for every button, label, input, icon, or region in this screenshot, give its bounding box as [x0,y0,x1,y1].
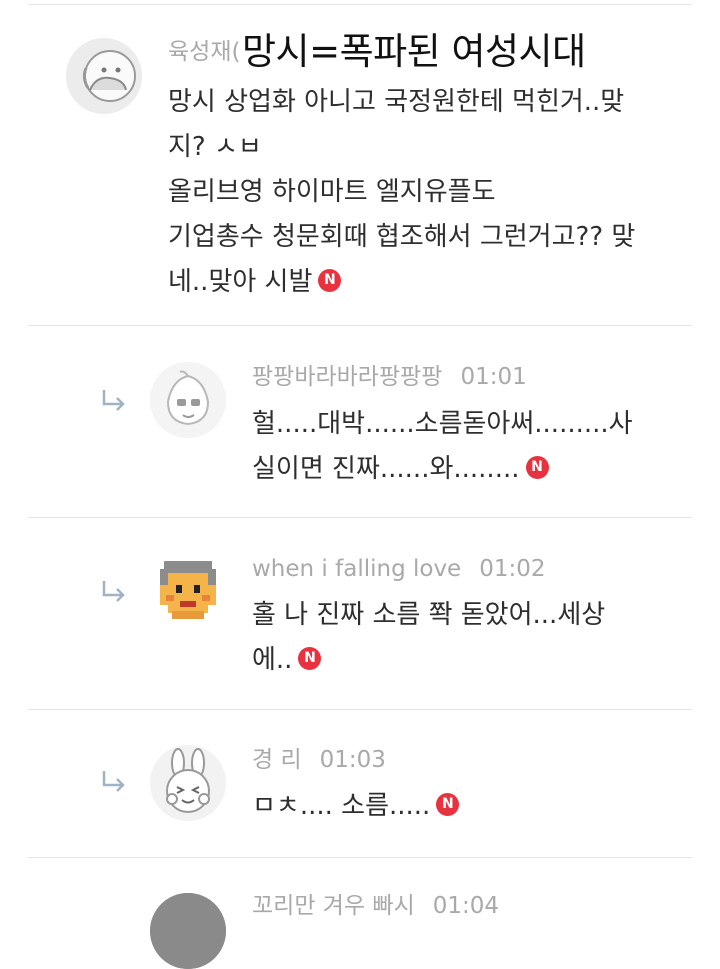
author-name[interactable]: 육성재( [168,39,240,65]
comment-line: 기업총수 청문회때 협조해서 그런거고?? 맞 [168,222,636,252]
comment-body: 홀 나 진짜 소름 쫙 돋았어...세상 에.. N [252,593,605,683]
divider [28,325,692,326]
new-badge-icon: N [525,456,549,479]
author-name[interactable]: when i falling love [252,556,461,582]
new-badge-icon: N [298,647,322,670]
commenter-avatar[interactable] [66,38,142,114]
rabbit-face-avatar-icon [150,745,226,821]
commenter-avatar[interactable] [150,893,226,969]
pixel-face-avatar-icon [150,553,226,629]
comment-meta: 팡팡바라바라팡팡팡 01:01 [252,361,527,393]
author-name[interactable]: 꼬리만 겨우 빠시 [252,893,415,919]
divider [28,857,692,858]
commenter-avatar[interactable] [150,362,226,438]
author-name[interactable]: 경 리 [252,747,302,773]
comment-line: 지? ㅅㅂ [168,132,262,162]
overlay-title: 망시=폭파된 여성시대 [242,30,586,73]
reply-arrow-icon [98,386,128,416]
comment-time: 01:03 [319,747,386,773]
comment-line: 헐.....대박......소름돋아써.........사 [252,409,633,439]
comment-time: 01:04 [432,893,500,919]
commenter-avatar[interactable] [150,745,226,821]
new-badge-icon: N [318,269,342,292]
new-badge-icon: N [436,793,460,816]
divider [28,709,692,710]
commenter-avatar[interactable] [150,553,226,629]
comment-line: 망시 상업화 아니고 국정원한테 먹힌거..맞 [168,87,625,117]
comment-meta: 경 리 01:03 [252,744,386,776]
comment-meta: when i falling love 01:02 [252,553,546,585]
divider [28,517,692,518]
partial-avatar-icon [150,893,226,969]
comment-line: 네..맞아 시발 N [168,260,635,305]
comment-meta: 꼬리만 겨우 빠시 01:04 [252,890,499,922]
comment-line: ㅁㅊ.... 소름..... N [252,784,460,829]
reply-arrow-icon [98,577,128,607]
comment-line: 홀 나 진짜 소름 쫙 돋았어...세상 [252,600,606,630]
reply-arrow-icon [98,767,128,797]
line-drawn-face-avatar-icon [66,38,142,114]
comment-time: 01:02 [479,556,546,582]
comment-body: 망시 상업화 아니고 국정원한테 먹힌거..맞 지? ㅅㅂ 올리브영 하이마트 … [168,80,635,305]
peach-character-avatar-icon [150,362,226,438]
author-name[interactable]: 팡팡바라바라팡팡팡 [252,364,442,390]
comment-body: ㅁㅊ.... 소름..... N [252,784,460,829]
comment-time: 01:01 [460,364,527,390]
comment-line: 실이면 진짜......와........ N [252,447,633,492]
comment-body: 헐.....대박......소름돋아써.........사 실이면 진짜....… [252,402,633,492]
divider-top [28,4,692,5]
comment-line: 올리브영 하이마트 엘지유플도 [168,177,496,207]
comment-line: 에.. N [252,638,605,683]
